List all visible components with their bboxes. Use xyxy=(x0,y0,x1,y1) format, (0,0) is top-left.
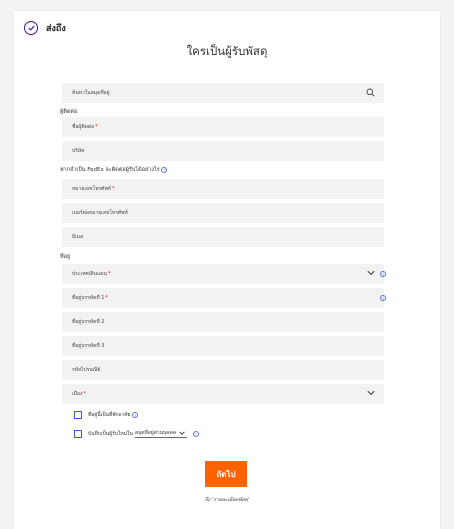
address-book-search-input[interactable]: ค้นหาในสมุดที่อยู่ xyxy=(62,83,384,103)
address-line3-label: ที่อยู่บรรทัดที่ 3 xyxy=(72,343,105,349)
contact-method-label: หากจำเป็น FedEx จะติดต่อผู้รับได้อย่างไร… xyxy=(60,166,168,174)
address-book-select-value: สมุดที่อยู่ส่วนบุคคล xyxy=(134,430,176,436)
postal-code-field[interactable]: รหัสไปรษณีย์ xyxy=(62,360,384,380)
chevron-down-icon xyxy=(179,431,185,435)
required-mark: * xyxy=(83,391,86,397)
info-icon[interactable]: i xyxy=(192,430,199,437)
required-mark: * xyxy=(111,186,115,192)
country-label: ประเทศ/ดินแดน xyxy=(72,271,107,277)
address-line1-field[interactable]: ที่อยู่บรรทัดที่ 1 * xyxy=(62,288,384,308)
phone-field[interactable]: หมายเลขโทรศัพท์ * xyxy=(62,179,384,199)
postal-code-label: รหัสไปรษณีย์ xyxy=(72,367,101,373)
search-placeholder: ค้นหาในสมุดที่อยู่ xyxy=(72,90,110,96)
section-header: ส่งถึง xyxy=(24,21,66,35)
address-line3-field[interactable]: ที่อยู่บรรทัดที่ 3 xyxy=(62,336,384,356)
info-icon[interactable]: i xyxy=(132,412,139,418)
save-recipient-option: บันทึกเป็นผู้รับใหม่ใน สมุดที่อยู่ส่วนบุ… xyxy=(74,429,199,438)
address-book-select[interactable]: สมุดที่อยู่ส่วนบุคคล xyxy=(134,429,187,438)
phone-label: หมายเลขโทรศัพท์ xyxy=(72,186,111,192)
country-select[interactable]: ประเทศ/ดินแดน * xyxy=(62,264,384,284)
email-label: อีเมล xyxy=(72,234,84,240)
city-label: เมือง xyxy=(72,391,83,397)
address-line2-field[interactable]: ที่อยู่บรรทัดที่ 2 xyxy=(62,312,384,332)
next-step-hint: ถึง 'รายละเอียดพัสดุ' xyxy=(204,497,250,503)
required-mark: * xyxy=(95,124,98,130)
required-mark: * xyxy=(107,271,111,277)
extension-label: เบอร์ต่อหมายเลขโทรศัพท์ xyxy=(72,210,128,216)
company-label: บริษัท xyxy=(72,148,85,154)
section-title: ส่งถึง xyxy=(46,24,66,34)
contact-name-field[interactable]: ชื่อผู้ติดต่อ * xyxy=(62,117,384,137)
residential-label: ที่อยู่นี้เป็นที่พักอาศัย xyxy=(88,412,131,418)
shipment-panel: ส่งถึง ใครเป็นผู้รับพัสดุ ค้นหาในสมุดที่… xyxy=(14,11,440,529)
info-icon[interactable]: i xyxy=(161,166,168,173)
save-recipient-checkbox[interactable] xyxy=(74,429,82,438)
form-title: ใครเป็นผู้รับพัสดุ xyxy=(186,44,268,58)
email-field[interactable]: อีเมล xyxy=(62,227,384,247)
address-line2-label: ที่อยู่บรรทัดที่ 2 xyxy=(72,319,105,325)
next-button[interactable]: ถัดไป xyxy=(205,461,247,487)
residential-option: ที่อยู่นี้เป็นที่พักอาศัย i xyxy=(74,411,139,419)
address-info-icon[interactable]: i xyxy=(380,295,386,301)
city-select[interactable]: เมือง * xyxy=(62,384,384,404)
check-circle-icon xyxy=(24,21,38,35)
save-recipient-label: บันทึกเป็นผู้รับใหม่ใน xyxy=(88,430,133,437)
company-field[interactable]: บริษัท xyxy=(62,141,384,161)
address-section-label: ที่อยู่ xyxy=(60,254,71,260)
contact-section-label: ผู้ติดต่อ xyxy=(60,109,78,115)
contact-name-label: ชื่อผู้ติดต่อ xyxy=(72,124,95,130)
extension-field[interactable]: เบอร์ต่อหมายเลขโทรศัพท์ xyxy=(62,203,384,223)
contact-method-text: หากจำเป็น FedEx จะติดต่อผู้รับได้อย่างไร xyxy=(60,167,160,173)
address-line1-label: ที่อยู่บรรทัดที่ 1 xyxy=(72,295,105,301)
search-icon[interactable] xyxy=(366,88,375,99)
residential-checkbox[interactable] xyxy=(74,411,82,419)
country-info-icon[interactable]: i xyxy=(380,271,386,277)
required-mark: * xyxy=(105,295,108,301)
chevron-down-icon xyxy=(367,270,375,278)
chevron-down-icon xyxy=(367,390,375,398)
